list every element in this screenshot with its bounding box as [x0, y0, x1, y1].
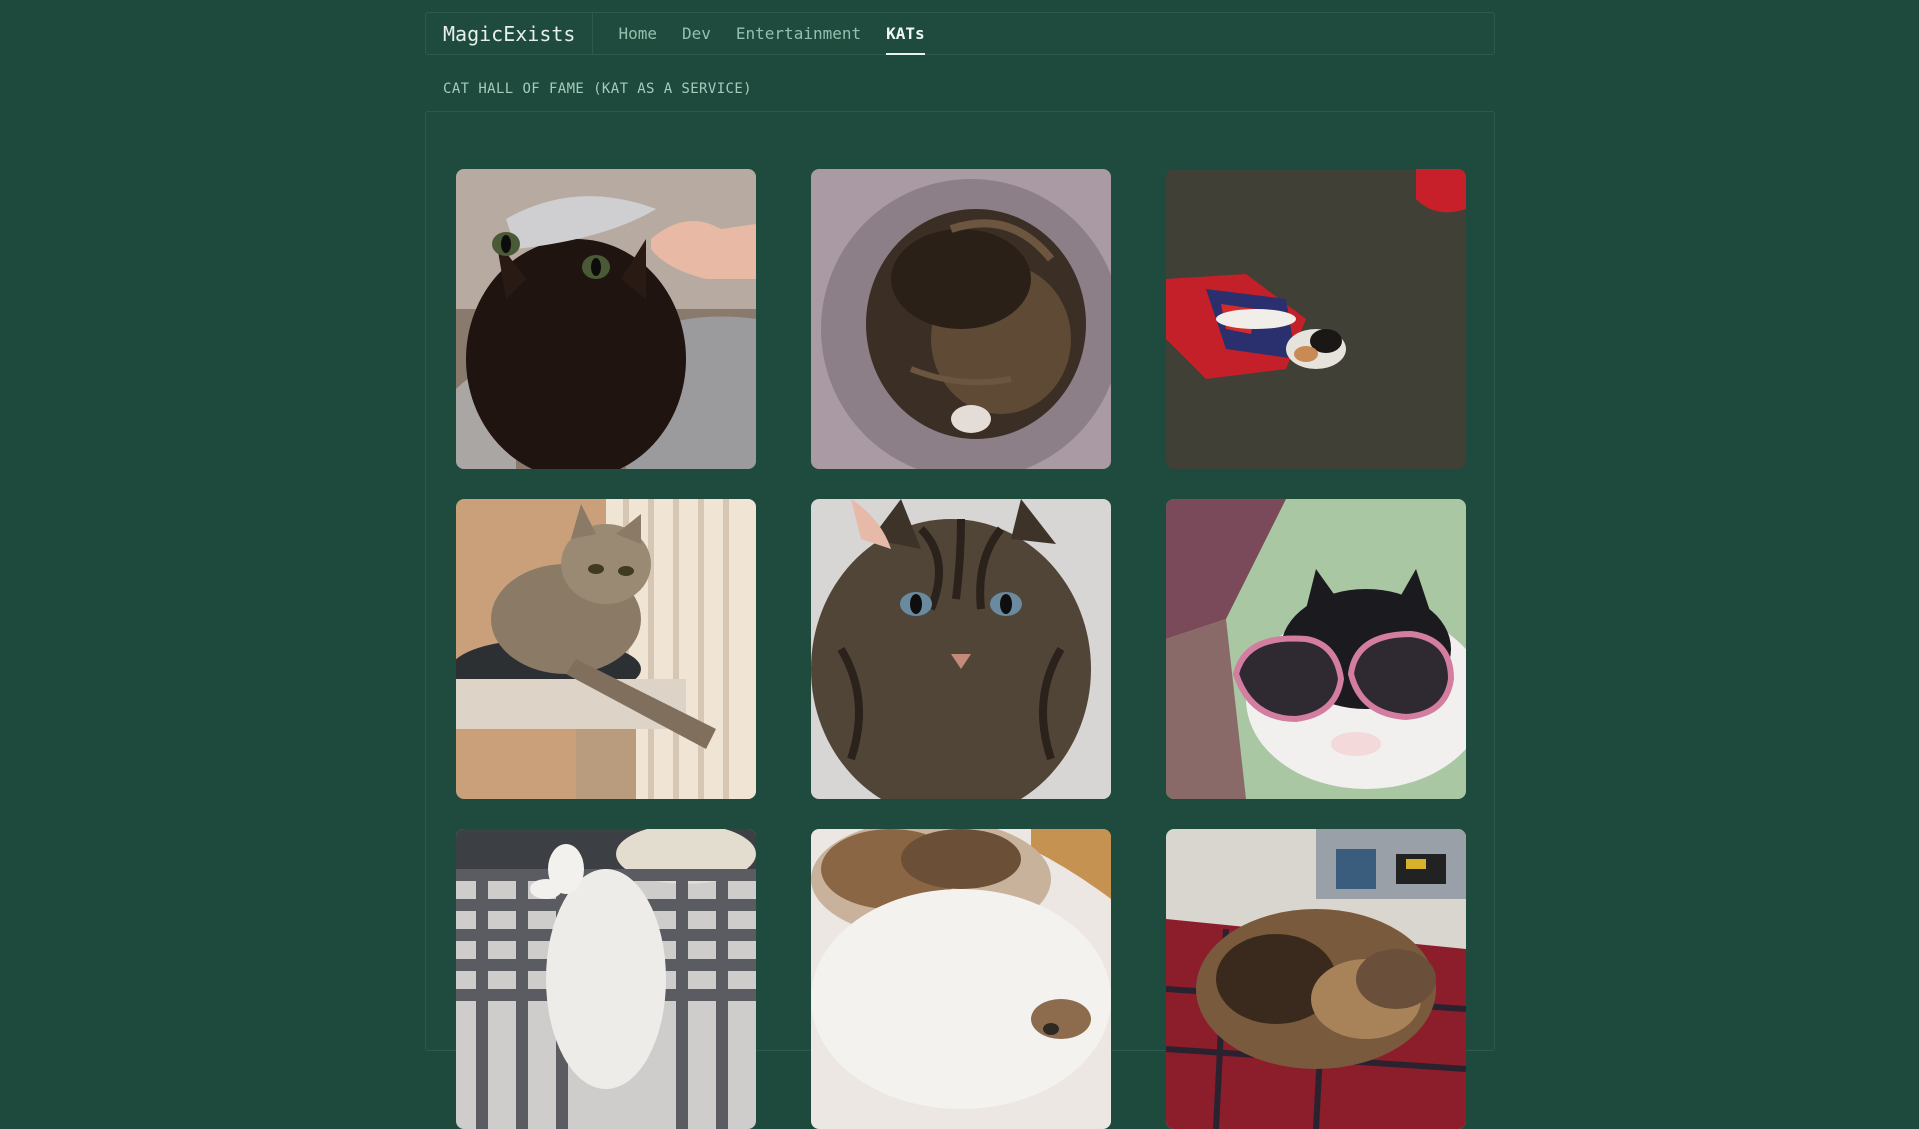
nav-link-kats[interactable]: KATs — [886, 13, 925, 55]
cat-photo-7[interactable] — [456, 829, 756, 1129]
cat-photo-3[interactable] — [1166, 169, 1466, 469]
nav-link-home[interactable]: Home — [618, 13, 657, 54]
top-navbar: MagicExists Home Dev Entertainment KATs — [425, 12, 1495, 55]
cat-photo-2[interactable] — [811, 169, 1111, 469]
nav-link-entertainment[interactable]: Entertainment — [736, 13, 861, 54]
page-container: MagicExists Home Dev Entertainment KATs … — [425, 12, 1495, 1129]
nav-link-dev[interactable]: Dev — [682, 13, 711, 54]
nav-links: Home Dev Entertainment KATs — [593, 13, 925, 55]
cat-photo-8[interactable] — [811, 829, 1111, 1129]
cat-photo-9[interactable] — [1166, 829, 1466, 1129]
cat-photo-5[interactable] — [811, 499, 1111, 799]
gallery-panel — [425, 111, 1495, 1129]
cat-photo-6[interactable] — [1166, 499, 1466, 799]
section-title: CAT HALL OF FAME (KAT AS A SERVICE) — [443, 81, 753, 97]
cat-photo-4[interactable] — [456, 499, 756, 799]
brand-logo[interactable]: MagicExists — [426, 13, 594, 54]
cat-photo-1[interactable] — [456, 169, 756, 469]
